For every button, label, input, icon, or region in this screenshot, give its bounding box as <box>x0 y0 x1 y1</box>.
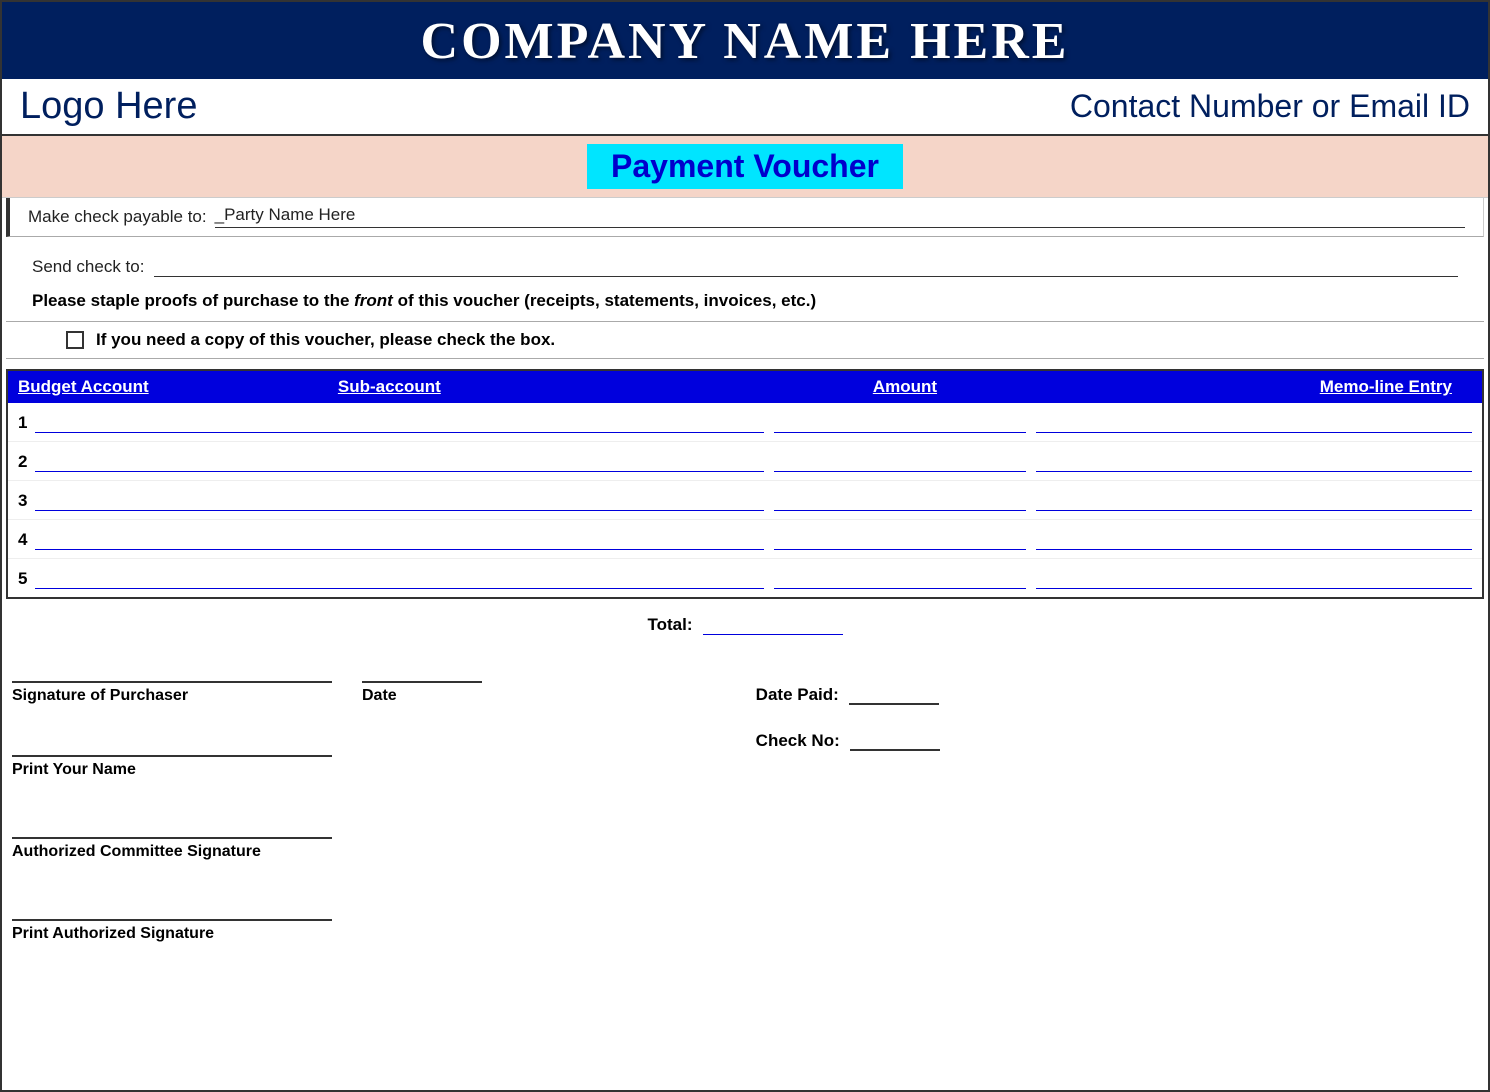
date-paid-field[interactable] <box>849 683 939 705</box>
row-4-budget-field[interactable] <box>35 528 337 550</box>
print-name-group: Print Your Name <box>12 727 716 779</box>
auth-committee-group: Authorized Committee Signature <box>12 809 716 861</box>
col-header-budget: Budget Account <box>18 377 338 397</box>
voucher-title-highlight: Payment Voucher <box>587 144 903 189</box>
logo-contact-row: Logo Here Contact Number or Email ID <box>2 79 1488 136</box>
row-1-subaccount-field[interactable] <box>338 411 764 433</box>
send-check-label: Send check to: <box>32 257 144 277</box>
send-check-section: Send check to: Please staple proofs of p… <box>2 237 1488 321</box>
sig-right-col: Date Paid: Check No: <box>716 653 1478 947</box>
check-payable-label: Make check payable to: <box>28 207 207 227</box>
table-header-row: Budget Account Sub-account Amount Memo-l… <box>8 371 1482 403</box>
row-5-num: 5 <box>18 569 27 589</box>
checkbox-label: If you need a copy of this voucher, plea… <box>96 330 555 350</box>
row-5-subaccount-field[interactable] <box>338 567 764 589</box>
voucher-title: Payment Voucher <box>611 148 879 184</box>
print-auth-group: Print Authorized Signature <box>12 891 716 943</box>
row-3-memo-field[interactable] <box>1036 489 1472 511</box>
check-no-label: Check No: <box>756 731 840 751</box>
signature-section: Signature of Purchaser Date Print Your N… <box>2 643 1488 967</box>
date-paid-row: Date Paid: <box>756 683 1478 705</box>
row-3-num: 3 <box>18 491 27 511</box>
print-name-label: Print Your Name <box>12 761 136 778</box>
col-header-amount: Amount <box>774 377 1036 397</box>
print-auth-label: Print Authorized Signature <box>12 925 214 942</box>
row-2-num: 2 <box>18 452 27 472</box>
row-3-amount-field[interactable] <box>774 489 1026 511</box>
sig-purchaser-line[interactable] <box>12 653 332 683</box>
table-row: 1 <box>8 403 1482 442</box>
checkbox-row: If you need a copy of this voucher, plea… <box>6 321 1484 359</box>
budget-table: Budget Account Sub-account Amount Memo-l… <box>6 369 1484 599</box>
send-check-row: Send check to: <box>32 255 1458 277</box>
row-3-budget-field[interactable] <box>35 489 337 511</box>
col-header-subaccount: Sub-account <box>338 377 774 397</box>
row-4-num: 4 <box>18 530 27 550</box>
date-group: Date <box>362 653 482 705</box>
logo-text: Logo Here <box>20 85 197 128</box>
row-1-amount-field[interactable] <box>774 411 1026 433</box>
voucher-title-row: Payment Voucher <box>2 136 1488 198</box>
row-4-subaccount-field[interactable] <box>338 528 764 550</box>
table-row: 4 <box>8 520 1482 559</box>
row-2-subaccount-field[interactable] <box>338 450 764 472</box>
sig-purchaser-date-row: Signature of Purchaser Date <box>12 653 716 705</box>
sig-left-col: Signature of Purchaser Date Print Your N… <box>12 653 716 947</box>
row-2-budget-field[interactable] <box>35 450 337 472</box>
check-no-row: Check No: <box>756 729 1478 751</box>
row-3-subaccount-field[interactable] <box>338 489 764 511</box>
date-line[interactable] <box>362 653 482 683</box>
row-4-memo-field[interactable] <box>1036 528 1472 550</box>
date-paid-label: Date Paid: <box>756 685 839 705</box>
auth-committee-line[interactable] <box>12 809 332 839</box>
send-check-field[interactable] <box>154 255 1458 277</box>
row-1-memo-field[interactable] <box>1036 411 1472 433</box>
company-name: COMPANY NAME HERE <box>2 12 1488 71</box>
spacer <box>2 359 1488 369</box>
table-row: 5 <box>8 559 1482 597</box>
check-payable-field[interactable]: _Party Name Here <box>215 206 1465 228</box>
print-auth-line[interactable] <box>12 891 332 921</box>
row-4-amount-field[interactable] <box>774 528 1026 550</box>
total-label: Total: <box>647 615 692 635</box>
row-5-memo-field[interactable] <box>1036 567 1472 589</box>
row-5-budget-field[interactable] <box>35 567 337 589</box>
auth-committee-label: Authorized Committee Signature <box>12 843 261 860</box>
print-name-line[interactable] <box>12 727 332 757</box>
row-1-num: 1 <box>18 413 27 433</box>
row-5-amount-field[interactable] <box>774 567 1026 589</box>
total-field[interactable] <box>703 613 843 635</box>
total-row: Total: <box>2 599 1488 643</box>
table-row: 2 <box>8 442 1482 481</box>
sig-purchaser-label: Signature of Purchaser <box>12 687 188 704</box>
check-no-field[interactable] <box>850 729 940 751</box>
contact-text: Contact Number or Email ID <box>1070 88 1470 125</box>
row-2-memo-field[interactable] <box>1036 450 1472 472</box>
sig-purchaser-group: Signature of Purchaser <box>12 653 332 705</box>
header-title-bar: COMPANY NAME HERE <box>2 2 1488 79</box>
staple-notice: Please staple proofs of purchase to the … <box>32 291 1458 311</box>
col-header-memo: Memo-line Entry <box>1036 377 1472 397</box>
date-label: Date <box>362 687 397 704</box>
copy-checkbox[interactable] <box>66 331 84 349</box>
row-2-amount-field[interactable] <box>774 450 1026 472</box>
table-row: 3 <box>8 481 1482 520</box>
row-1-budget-field[interactable] <box>35 411 337 433</box>
